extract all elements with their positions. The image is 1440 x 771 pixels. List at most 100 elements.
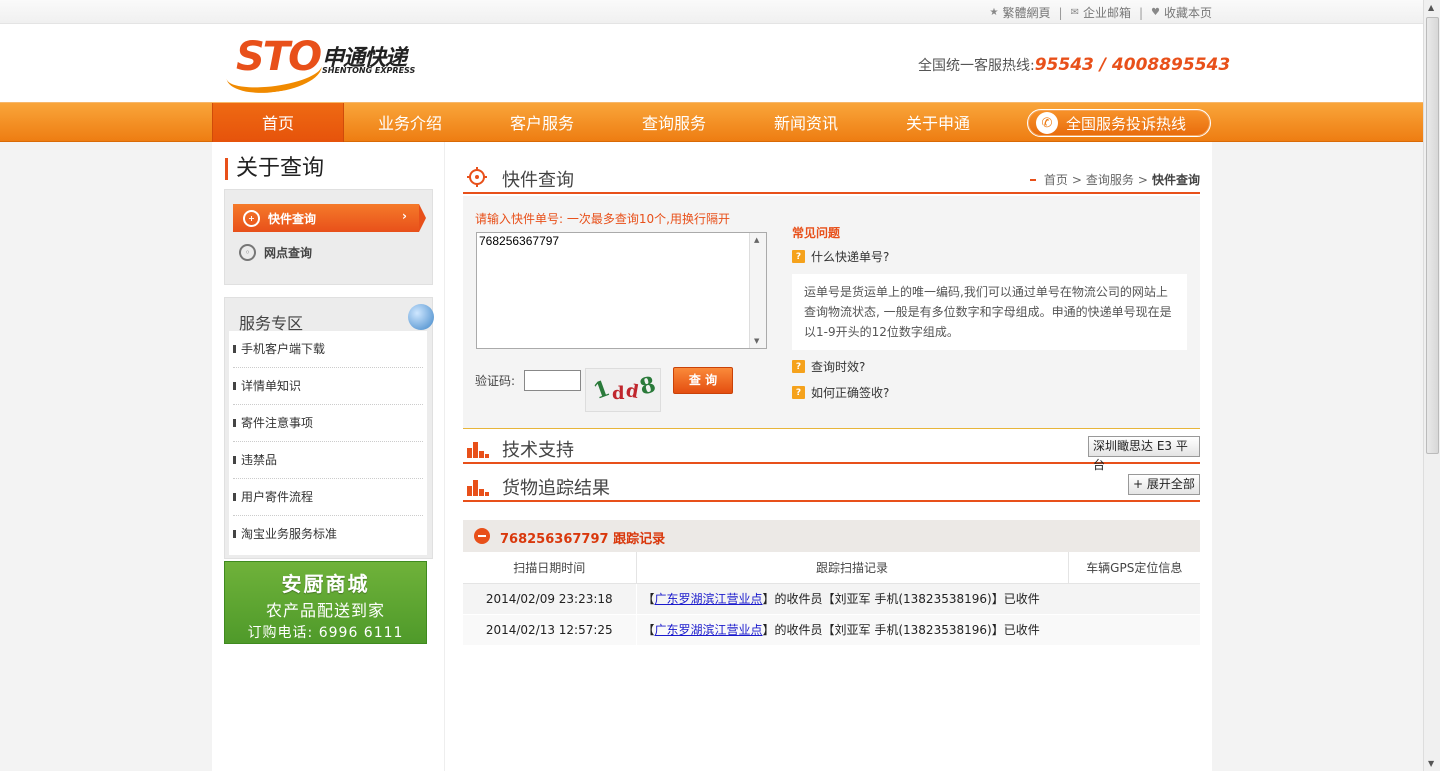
anchu-mall-ad-banner[interactable]: 安厨商城 农产品配送到家 订购电话: 6996 6111 <box>224 561 427 644</box>
sidebar-menu: + 快件查询 › ◦ 网点查询 <box>224 189 433 285</box>
sto-logo[interactable]: STO 申通快递 SHENTONG EXPRESS <box>223 32 416 99</box>
service-item-shipping-process[interactable]: 用户寄件流程 <box>233 479 423 516</box>
main-nav: 首页 业务介绍 客户服务 查询服务 新闻资讯 关于申通 ✆ 全国服务投诉热线 <box>0 102 1423 142</box>
outlet-link[interactable]: 广东罗湖滨江营业点 <box>655 623 763 637</box>
phone-icon: ✆ <box>1036 112 1058 134</box>
tracking-table: 扫描日期时间 跟踪扫描记录 车辆GPS定位信息 2014/02/09 23:23… <box>463 552 1200 646</box>
location-icon: ◦ <box>239 243 256 261</box>
service-item-waybill-knowledge[interactable]: 详情单知识 <box>233 368 423 405</box>
logo-mark: STO <box>236 34 322 80</box>
column-divider <box>444 142 445 771</box>
column-header-gps: 车辆GPS定位信息 <box>1068 552 1200 584</box>
service-item-taobao-standard[interactable]: 淘宝业务服务标准 <box>233 516 423 553</box>
scrollbar-thumb[interactable] <box>1426 17 1439 454</box>
sidebar-item-parcel-query[interactable]: + 快件查询 › <box>233 204 426 232</box>
service-item-prohibited[interactable]: 违禁品 <box>233 442 423 479</box>
faq-item-what-is-tracking[interactable]: ? 什么快递单号? <box>792 248 889 265</box>
row-record: 【广东罗湖滨江营业点】的收件员【刘亚军 手机(13823538196)】已收件 <box>636 583 1200 615</box>
hotline-label: 全国统一客服热线: <box>918 58 1035 74</box>
breadcrumb-separator: > <box>1137 172 1148 187</box>
scroll-down-icon[interactable]: ▼ <box>1428 759 1434 768</box>
sidebar-item-outlet-query[interactable]: ◦ 网点查询 <box>239 240 312 264</box>
captcha-label: 验证码: <box>475 374 516 388</box>
breadcrumb-current: 快件查询 <box>1151 173 1200 187</box>
query-hint: 请输入快件单号: 一次最多查询10个,用换行隔开 <box>475 212 730 226</box>
e3-platform-button[interactable]: 深圳瞰思达 E3 平台 <box>1088 436 1200 472</box>
breadcrumb-query-service[interactable]: 查询服务 <box>1086 171 1134 188</box>
scroll-up-icon[interactable]: ▲ <box>754 236 759 244</box>
tracking-record-title: 768256367797 跟踪记录 <box>500 532 666 547</box>
nav-home[interactable]: 首页 <box>212 103 344 142</box>
bar-chart-icon <box>467 476 489 499</box>
record-text: 】的收件员【刘亚军 手机(13823538196)】已收件 <box>762 592 1040 606</box>
service-list: 手机客户端下载 详情单知识 寄件注意事项 违禁品 用户寄件流程 淘宝业务服务标准 <box>229 331 427 555</box>
faq-item-how-to-sign[interactable]: ? 如何正确签收? <box>792 384 889 401</box>
ad-title: 安厨商城 <box>281 572 370 596</box>
column-header-record: 跟踪扫描记录 <box>636 552 1069 584</box>
scroll-up-icon[interactable]: ▲ <box>1428 3 1434 12</box>
crosshair-icon <box>467 167 487 190</box>
column-header-datetime: 扫描日期时间 <box>463 552 637 584</box>
captcha-char: 8 <box>636 371 659 401</box>
star-icon: ★ <box>989 7 999 18</box>
faq-item-query-timeliness[interactable]: ? 查询时效? <box>792 358 865 375</box>
record-bracket: 【 <box>642 623 655 637</box>
faq-answer: 运单号是货运单上的唯一编码,我们可以通过单号在物流公司的网站上查询物流状态, 一… <box>792 274 1187 350</box>
scroll-down-icon[interactable]: ▼ <box>754 337 759 345</box>
row-record: 【广东罗湖滨江营业点】的收件员【刘亚军 手机(13823538196)】已收件 <box>636 614 1200 646</box>
sidebar-item-label: 网点查询 <box>264 245 313 260</box>
service-item-shipping-notes[interactable]: 寄件注意事项 <box>233 405 423 442</box>
captcha-char: d <box>624 380 641 403</box>
top-utility-bar: ★ 繁體網頁 | ✉ 企业邮箱 | ♥ 收藏本页 <box>0 0 1423 24</box>
bookmark-link[interactable]: ♥ 收藏本页 <box>1151 4 1212 21</box>
separator: | <box>1138 5 1144 20</box>
record-bracket: 【 <box>642 592 655 606</box>
traditional-chinese-link[interactable]: ★ 繁體網頁 <box>990 4 1051 21</box>
chevron-right-icon: › <box>402 209 407 223</box>
page-title: 快件查询 <box>502 170 574 191</box>
complaint-hotline-button[interactable]: ✆ 全国服务投诉热线 <box>1027 109 1211 137</box>
captcha-input[interactable] <box>524 370 581 391</box>
question-icon: ? <box>792 386 805 399</box>
captcha-char: 1 <box>590 375 614 405</box>
separator: | <box>1058 5 1063 20</box>
table-header-row: 扫描日期时间 跟踪扫描记录 车辆GPS定位信息 <box>463 552 1200 584</box>
breadcrumb: 首页 > 查询服务 > 快件查询 <box>1029 171 1200 188</box>
nav-query-service[interactable]: 查询服务 <box>608 103 740 142</box>
nav-about[interactable]: 关于申通 <box>872 103 1004 142</box>
service-item-mobile-app[interactable]: 手机客户端下载 <box>233 331 423 368</box>
customer-hotline: 全国统一客服热线: 95543 / 4008895543 <box>918 55 1230 75</box>
crosshair-icon: + <box>243 209 260 227</box>
mail-icon: ✉ <box>1070 7 1079 18</box>
service-zone: 服务专区 手机客户端下载 详情单知识 寄件注意事项 违禁品 用户寄件流程 淘宝业… <box>224 297 434 559</box>
ad-subtitle: 农产品配送到家 <box>265 601 385 620</box>
site-header: STO 申通快递 SHENTONG EXPRESS 全国统一客服热线: 9554… <box>0 24 1423 102</box>
textarea-scrollbar[interactable]: ▲ ▼ <box>749 233 766 348</box>
enterprise-mail-link[interactable]: ✉ 企业邮箱 <box>1071 4 1131 21</box>
ad-phone: 订购电话: 6996 6111 <box>247 625 404 641</box>
tracking-record-header[interactable]: 768256367797 跟踪记录 <box>463 520 1200 552</box>
globe-icon <box>408 304 434 330</box>
outlet-link[interactable]: 广东罗湖滨江营业点 <box>655 592 763 606</box>
nav-business[interactable]: 业务介绍 <box>344 103 476 142</box>
breadcrumb-home[interactable]: 首页 <box>1044 171 1068 188</box>
captcha-char: d <box>612 383 625 404</box>
nav-customer-service[interactable]: 客户服务 <box>476 103 608 142</box>
collapse-icon[interactable] <box>474 528 490 544</box>
expand-all-button[interactable]: + 展开全部 <box>1128 474 1200 495</box>
divider <box>463 428 1200 429</box>
query-button[interactable]: 查 询 <box>673 367 733 394</box>
tracking-results-header: 货物追踪结果 + 展开全部 <box>463 468 1200 502</box>
nav-news[interactable]: 新闻资讯 <box>740 103 872 142</box>
table-row: 2014/02/13 12:57:25 【广东罗湖滨江营业点】的收件员【刘亚军 … <box>463 614 1200 646</box>
question-icon: ? <box>792 360 805 373</box>
tech-support-header: 技术支持 深圳瞰思达 E3 平台 <box>463 430 1200 472</box>
page-scrollbar[interactable]: ▲ ▼ <box>1423 0 1440 771</box>
logo-english-name: SHENTONG EXPRESS <box>322 66 416 75</box>
row-datetime: 2014/02/09 23:23:18 <box>463 583 637 615</box>
captcha-image[interactable]: 1 d d 8 <box>585 368 661 412</box>
row-datetime: 2014/02/13 12:57:25 <box>463 614 637 646</box>
tracking-number-input[interactable]: 768256367797 <box>476 232 767 349</box>
query-panel: 请输入快件单号: 一次最多查询10个,用换行隔开 768256367797 ▲ … <box>463 196 1200 428</box>
table-row: 2014/02/09 23:23:18 【广东罗湖滨江营业点】的收件员【刘亚军 … <box>463 583 1200 615</box>
